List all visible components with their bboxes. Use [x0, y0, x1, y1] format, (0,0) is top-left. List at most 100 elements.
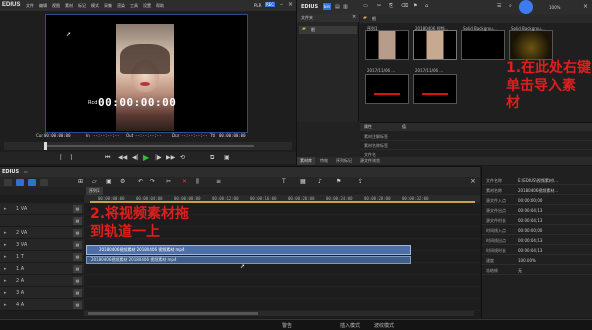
track-lock-icon[interactable]: ▤ [73, 277, 82, 285]
track-lock-icon[interactable]: ▤ [73, 301, 82, 309]
scrub-handle[interactable] [44, 142, 47, 150]
overwrite-icon[interactable]: ▣ [224, 154, 230, 161]
track-header-3va[interactable]: ▸ 3 VA ▤ [0, 239, 84, 251]
track-header-2a[interactable]: ▸ 2 A ▤ [0, 275, 84, 287]
bin-view-icon[interactable]: ☰ [497, 3, 501, 9]
delete-icon[interactable]: ✕ [182, 178, 187, 185]
menu-capture[interactable]: 采集 [104, 3, 112, 9]
track-lock-icon[interactable]: ▤ [73, 217, 82, 225]
track-header-3a[interactable]: ▸ 3 A ▤ [0, 287, 84, 299]
timeline-video-clip[interactable]: 20180406视频素材 20180406 视频素材 mp4 [86, 245, 411, 255]
bin-folder-icon[interactable]: ▭ [363, 3, 368, 9]
goto-start-icon[interactable]: ⏮ [105, 154, 110, 162]
hscroll-thumb[interactable] [88, 312, 258, 315]
menu-file[interactable]: 文件 [26, 3, 34, 9]
timeline-hscroll[interactable] [84, 311, 474, 316]
track-header-1t[interactable]: ▸ 1 T ▤ [0, 251, 84, 263]
export-icon[interactable]: ⇪ [358, 178, 363, 185]
insert-icon[interactable]: ⧉ [210, 154, 214, 162]
step-forward-icon[interactable]: |▶ [155, 154, 162, 161]
minimize-icon[interactable]: – [280, 1, 283, 8]
expand-icon[interactable]: ▸ [4, 230, 7, 236]
mixer-icon[interactable]: ≡ [216, 178, 221, 185]
menu-view[interactable]: 视图 [52, 3, 60, 9]
set-out-icon[interactable]: ⌉ [70, 154, 72, 161]
rec-toggle[interactable]: REC [265, 2, 276, 7]
tab-source-browser[interactable]: 源文件浏览 [357, 157, 383, 165]
track-lock-icon[interactable]: ▤ [73, 265, 82, 273]
marker-icon[interactable]: ⚑ [336, 178, 341, 185]
fast-forward-icon[interactable]: ▶▶ [166, 154, 175, 161]
bin-tool-icon-7[interactable]: ⌂ [425, 3, 428, 9]
clip-thumb-solid-2[interactable] [509, 30, 553, 60]
track-lane-1a[interactable] [84, 263, 480, 275]
bin-content[interactable]: ▰ 根 序列1 20180406 视频... Solid Backgrou...… [360, 14, 592, 122]
player-scrub-bar[interactable] [4, 142, 292, 150]
track-lane-3a[interactable] [84, 287, 480, 299]
menu-clip[interactable]: 素材 [65, 3, 73, 9]
close-icon[interactable]: × [288, 1, 293, 8]
plr-toggle[interactable]: PLR [254, 3, 261, 8]
track-lock-icon[interactable]: ▤ [73, 289, 82, 297]
expand-icon[interactable]: ▸ [4, 242, 7, 248]
track-lock-icon[interactable]: ▤ [73, 241, 82, 249]
new-sequence-icon[interactable]: ⊞ [78, 178, 83, 185]
bin-mode-icon[interactable]: bin [323, 3, 331, 10]
undo-icon[interactable]: ↶ [138, 178, 143, 185]
save-icon[interactable]: ▣ [106, 178, 112, 185]
expand-icon[interactable]: ▸ [4, 278, 7, 284]
folder-root[interactable]: ▰ 根 [299, 26, 357, 34]
open-project-icon[interactable]: ▱ [92, 178, 97, 185]
clip-thumb-sequence[interactable] [365, 30, 409, 60]
menu-render[interactable]: 渲染 [117, 3, 125, 9]
link-icon[interactable] [28, 179, 36, 186]
tab-bin[interactable]: 素材库 [297, 157, 315, 165]
clip-thumb-title-2[interactable] [413, 74, 457, 104]
sequence-tab[interactable]: 序列1 [86, 187, 103, 195]
track-lock-icon[interactable]: ▤ [73, 205, 82, 213]
track-mode-icon[interactable] [4, 179, 12, 186]
bin-tool-icon-4[interactable]: ⎘ [389, 3, 393, 9]
track-lane-4a[interactable] [84, 299, 480, 311]
clip-thumb-video[interactable] [413, 30, 457, 60]
menu-settings[interactable]: 设置 [143, 3, 151, 9]
settings-icon[interactable]: ⚙ [120, 178, 125, 185]
clip-thumb-title-1[interactable] [365, 74, 409, 104]
tab-markers[interactable]: 序列标记 [333, 157, 355, 165]
expand-icon[interactable]: ▸ [4, 266, 7, 272]
track-header-4a[interactable]: ▸ 4 A ▤ [0, 299, 84, 311]
play-icon[interactable]: ▶ [143, 153, 149, 162]
time-ruler[interactable]: 00:00:00:00 00:00:04:00 00:00:08:00 00:0… [84, 195, 480, 203]
bin-tool-icon-2[interactable]: ▥ [343, 4, 348, 10]
timeline-close-icon[interactable]: × [470, 177, 476, 185]
expand-icon[interactable]: ▸ [4, 206, 7, 212]
track-lock-icon[interactable]: ▤ [73, 229, 82, 237]
bin-search-icon[interactable]: ⌕ [509, 3, 512, 9]
expand-icon[interactable]: ▸ [4, 254, 7, 260]
menu-tools[interactable]: 工具 [130, 3, 138, 9]
track-lock-icon[interactable]: ▤ [73, 253, 82, 261]
menu-marker[interactable]: 标记 [78, 3, 86, 9]
ripple-icon[interactable] [40, 179, 48, 186]
tab-effects[interactable]: 特效 [317, 157, 331, 165]
loop-icon[interactable]: ⟲ [180, 154, 185, 161]
bin-close-icon[interactable]: × [583, 3, 588, 10]
track-header-1a[interactable]: ▸ 1 A ▤ [0, 263, 84, 275]
split-icon[interactable]: ⫼ [196, 178, 199, 186]
bin-tool-icon-6[interactable]: ⚑ [413, 3, 417, 9]
redo-icon[interactable]: ↷ [150, 178, 155, 185]
video-preview[interactable]: ➚ Rcd 00:00:00:00 [45, 14, 248, 133]
bin-tool-icon-5[interactable]: ⌫ [401, 3, 408, 9]
snap-icon[interactable] [16, 179, 24, 186]
bin-tool-icon-3[interactable]: ✂ [377, 3, 381, 9]
clip-thumb-solid-1[interactable] [461, 30, 505, 60]
set-in-icon[interactable]: ⌈ [60, 154, 62, 161]
track-lane-2a[interactable] [84, 275, 480, 287]
render-icon[interactable]: ▦ [300, 178, 306, 185]
audio-icon[interactable]: ♪ [318, 178, 322, 185]
folder-header-close-icon[interactable]: × [352, 14, 356, 20]
step-back-icon[interactable]: ◀| [132, 154, 139, 161]
rewind-icon[interactable]: ◀◀ [118, 154, 127, 161]
timeline-audio-clip[interactable]: 20180406视频素材 20180406 视频素材 mp4 [86, 256, 411, 264]
menu-help[interactable]: 帮助 [156, 3, 164, 9]
